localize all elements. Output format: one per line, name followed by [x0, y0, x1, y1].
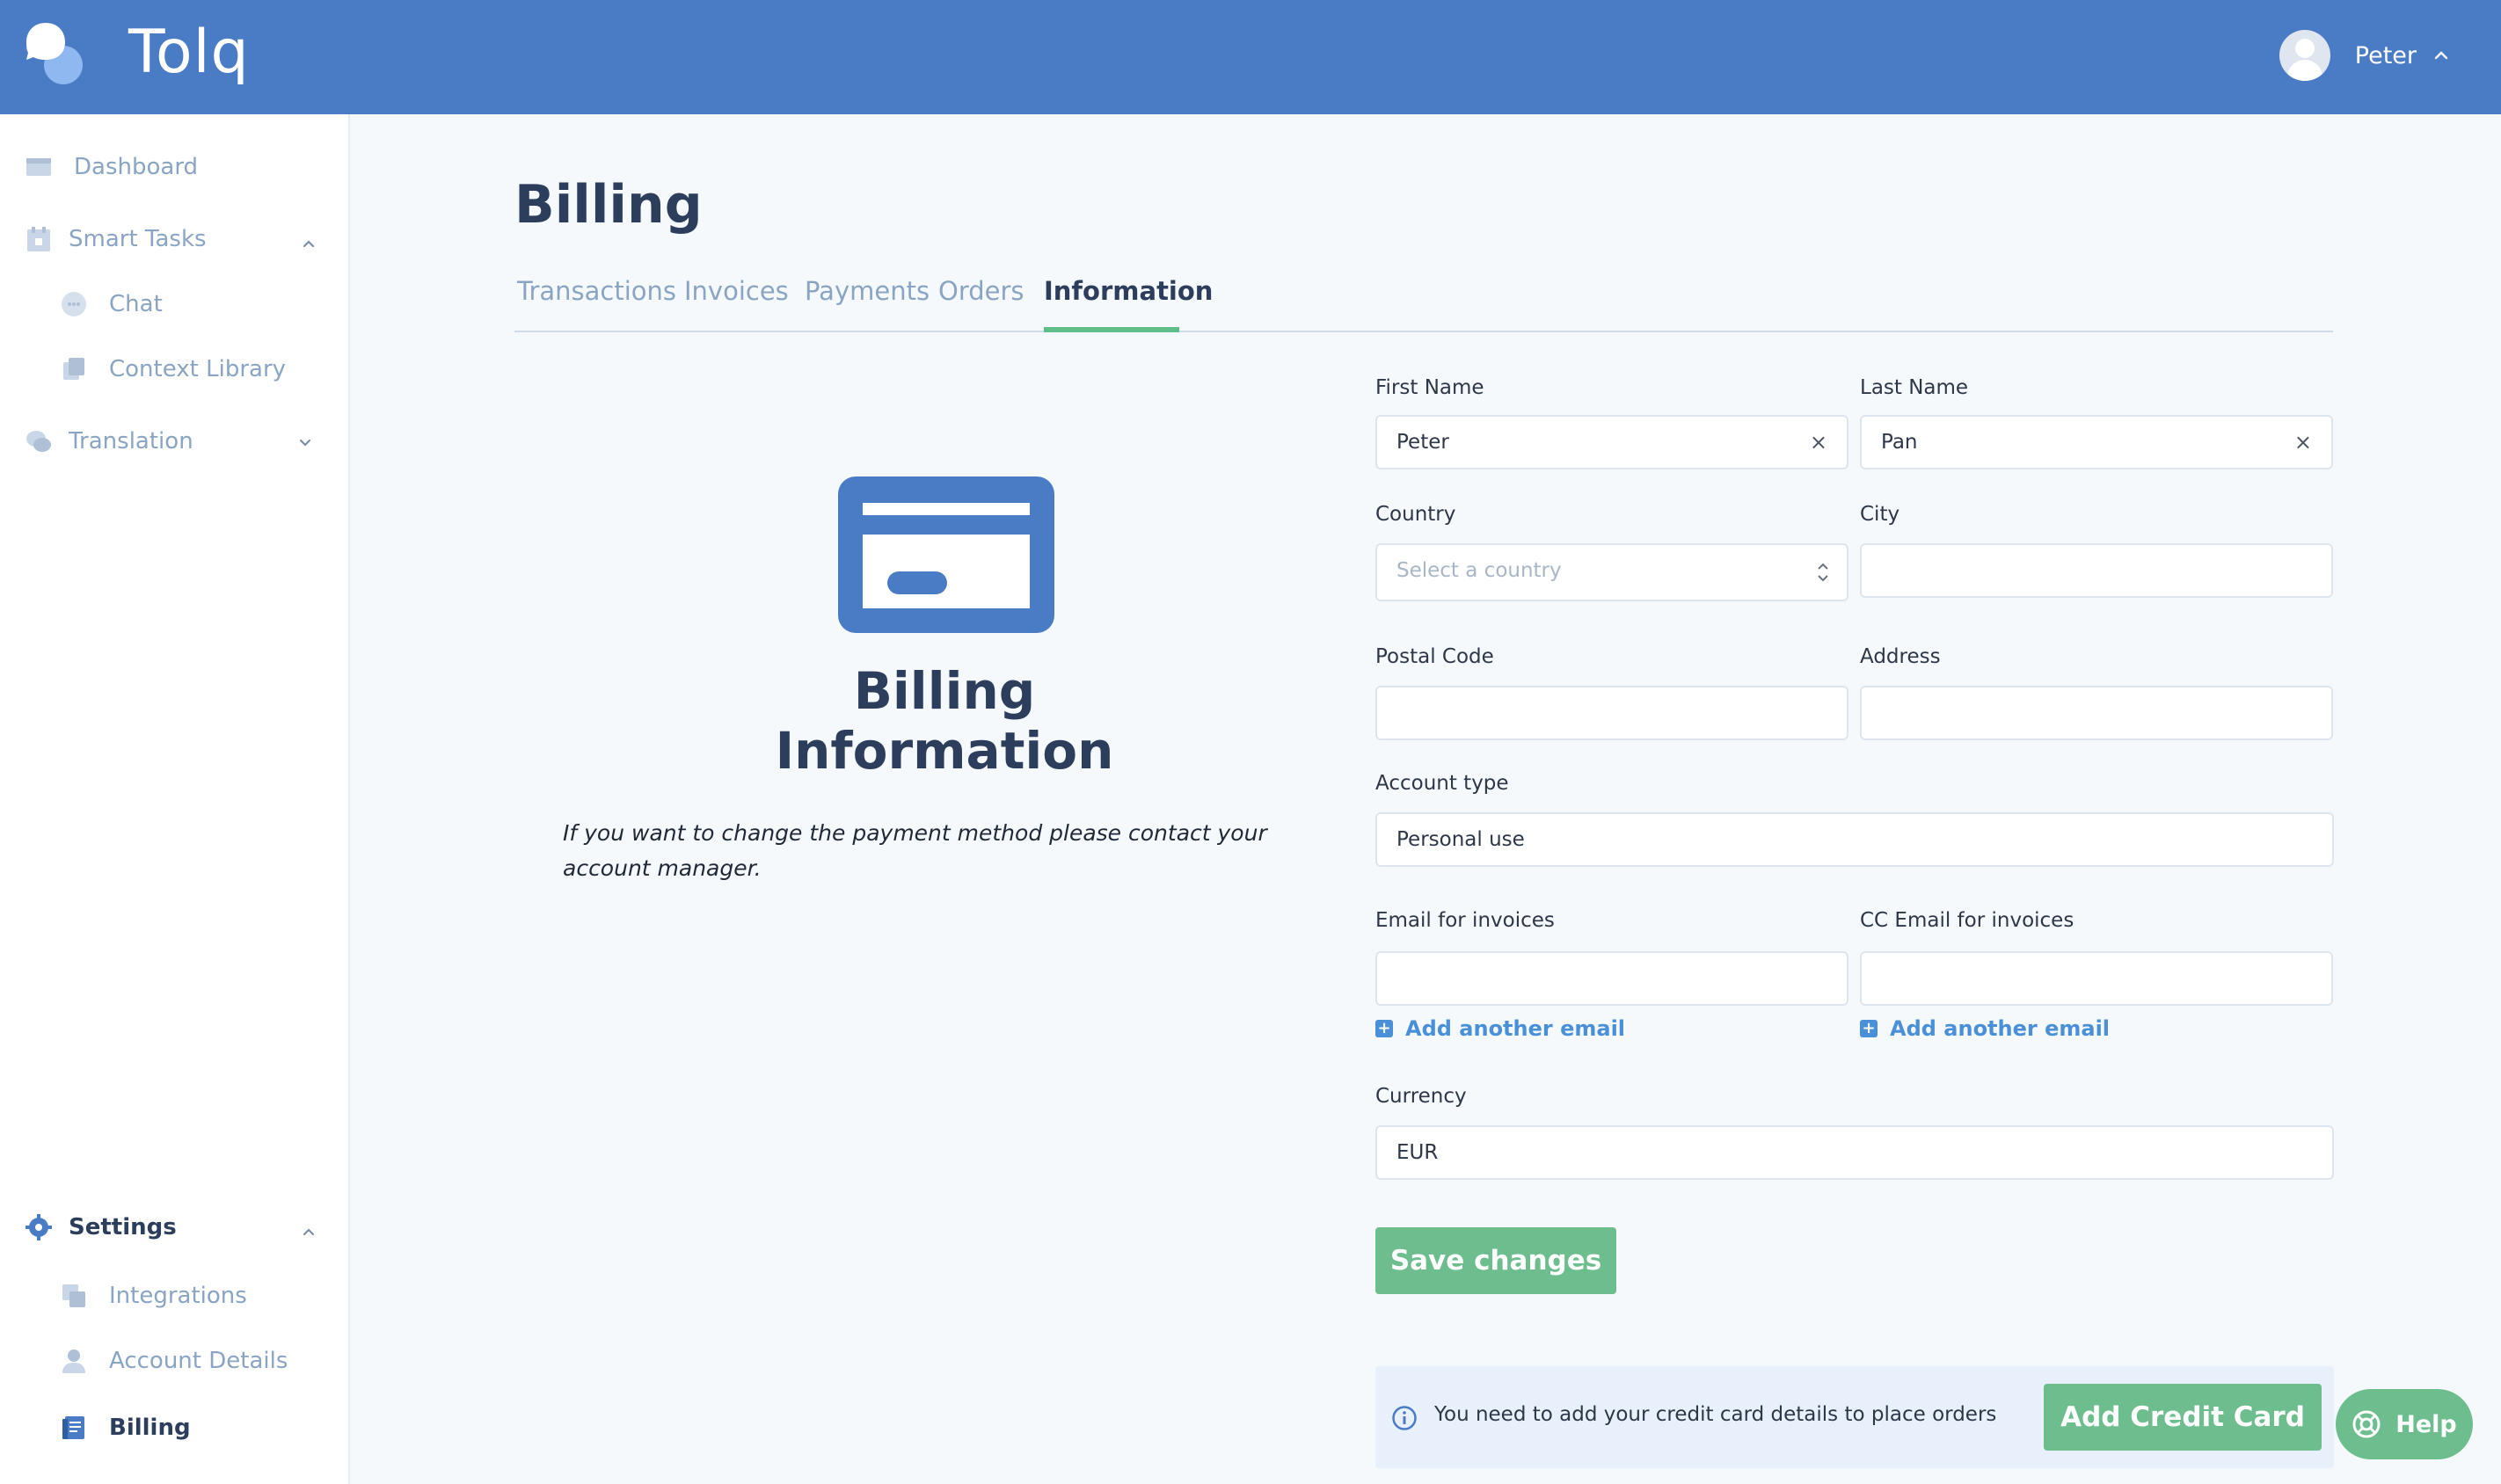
logo-text: Tolq — [128, 18, 250, 87]
chevron-down-icon[interactable] — [295, 433, 315, 452]
user-icon — [62, 1349, 85, 1373]
chevron-up-icon — [2434, 51, 2448, 60]
chat-bubbles-logo-icon — [25, 19, 88, 86]
first-name-label: First Name — [1375, 376, 1484, 399]
sidebar: Dashboard Smart Tasks Chat Context Libra… — [0, 114, 350, 1484]
sidebar-item-label: Chat — [109, 291, 163, 317]
sidebar-item-chat[interactable]: Chat — [60, 290, 163, 318]
calendar-icon — [27, 227, 50, 251]
add-another-cc-email-link[interactable]: + Add another email — [1860, 1016, 2110, 1041]
top-header: Tolq Peter — [0, 0, 2501, 114]
account-type-field[interactable]: Personal use — [1375, 812, 2334, 867]
address-label: Address — [1860, 645, 1941, 668]
last-name-field[interactable]: Pan × — [1860, 415, 2333, 469]
dashboard-icon — [26, 158, 51, 176]
email-invoices-label: Email for invoices — [1375, 909, 1555, 932]
user-menu[interactable]: Peter — [2279, 30, 2452, 81]
cc-email-invoices-field[interactable] — [1860, 951, 2333, 1006]
email-invoices-field[interactable] — [1375, 951, 1848, 1006]
sidebar-item-label: Account Details — [109, 1348, 288, 1374]
currency-value: EUR — [1396, 1141, 1439, 1164]
gear-icon — [26, 1214, 52, 1240]
sidebar-item-label: Integrations — [109, 1283, 247, 1309]
notice-text: You need to add your credit card details… — [1434, 1403, 1997, 1426]
help-button[interactable]: Help — [2336, 1389, 2473, 1459]
payment-method-note: If you want to change the payment method… — [563, 820, 1267, 881]
receipt-icon — [62, 1416, 84, 1439]
sidebar-item-smart-tasks[interactable]: Smart Tasks — [25, 225, 207, 253]
sidebar-item-integrations[interactable]: Integrations — [60, 1282, 247, 1310]
sidebar-item-dashboard[interactable]: Dashboard — [25, 153, 198, 181]
billing-info-heading: Billing Information — [775, 661, 1114, 781]
page-title: Billing — [514, 174, 703, 236]
postal-code-label: Postal Code — [1375, 645, 1494, 668]
integrations-icon — [62, 1284, 85, 1307]
sidebar-item-label: Dashboard — [74, 154, 199, 180]
chevron-up-icon[interactable] — [299, 234, 318, 253]
lifebuoy-icon — [2352, 1410, 2381, 1438]
avatar — [2279, 30, 2330, 81]
tab-invoices[interactable]: Invoices — [684, 276, 789, 306]
translation-icon — [26, 431, 51, 452]
select-arrows-icon — [1818, 563, 1828, 582]
currency-label: Currency — [1375, 1085, 1467, 1108]
sidebar-item-translation[interactable]: Translation — [25, 427, 193, 455]
add-another-email-link[interactable]: + Add another email — [1375, 1016, 1625, 1041]
sidebar-item-label: Settings — [69, 1214, 177, 1240]
plus-icon: + — [1375, 1020, 1393, 1037]
account-type-label: Account type — [1375, 772, 1509, 795]
first-name-field[interactable]: Peter × — [1375, 415, 1848, 469]
user-name: Peter — [2354, 41, 2417, 69]
country-placeholder: Select a country — [1396, 559, 1562, 582]
sidebar-item-label: Context Library — [109, 356, 287, 382]
sidebar-item-context-library[interactable]: Context Library — [60, 355, 286, 383]
sidebar-item-billing[interactable]: Billing — [60, 1414, 191, 1442]
sidebar-item-settings[interactable]: Settings — [25, 1213, 177, 1241]
clear-icon[interactable]: × — [1810, 417, 1827, 468]
postal-code-field[interactable] — [1375, 686, 1848, 740]
sidebar-item-label: Translation — [69, 428, 193, 455]
help-label: Help — [2395, 1410, 2457, 1438]
sidebar-item-label: Billing — [109, 1415, 191, 1441]
add-another-email-label: Add another email — [1405, 1016, 1626, 1041]
save-changes-button[interactable]: Save changes — [1375, 1227, 1616, 1294]
account-type-value: Personal use — [1396, 828, 1525, 851]
tab-information[interactable]: Information — [1044, 276, 1213, 306]
chevron-up-icon[interactable] — [299, 1222, 318, 1241]
sidebar-item-label: Smart Tasks — [69, 226, 207, 252]
library-icon — [63, 358, 84, 380]
chat-icon — [62, 292, 86, 316]
active-tab-indicator — [1044, 327, 1179, 332]
last-name-value: Pan — [1881, 431, 1918, 454]
add-another-cc-email-label: Add another email — [1890, 1016, 2111, 1041]
address-field[interactable] — [1860, 686, 2333, 740]
country-select[interactable]: Select a country — [1375, 543, 1848, 601]
last-name-label: Last Name — [1860, 376, 1969, 399]
city-field[interactable] — [1860, 543, 2333, 598]
tab-orders[interactable]: Orders — [938, 276, 1024, 306]
info-icon — [1392, 1406, 1417, 1430]
tab-payments[interactable]: Payments — [805, 276, 930, 306]
first-name-value: Peter — [1396, 431, 1449, 454]
logo[interactable]: Tolq — [25, 18, 250, 87]
clear-icon[interactable]: × — [2294, 417, 2312, 468]
plus-icon: + — [1860, 1020, 1878, 1037]
cc-email-invoices-label: CC Email for invoices — [1860, 909, 2074, 932]
credit-card-icon — [838, 476, 1054, 633]
currency-field[interactable]: EUR — [1375, 1125, 2334, 1180]
country-label: Country — [1375, 503, 1456, 526]
add-credit-card-button[interactable]: Add Credit Card — [2044, 1384, 2322, 1451]
tab-transactions[interactable]: Transactions — [517, 276, 676, 306]
sidebar-item-account-details[interactable]: Account Details — [60, 1347, 288, 1375]
city-label: City — [1860, 503, 1900, 526]
